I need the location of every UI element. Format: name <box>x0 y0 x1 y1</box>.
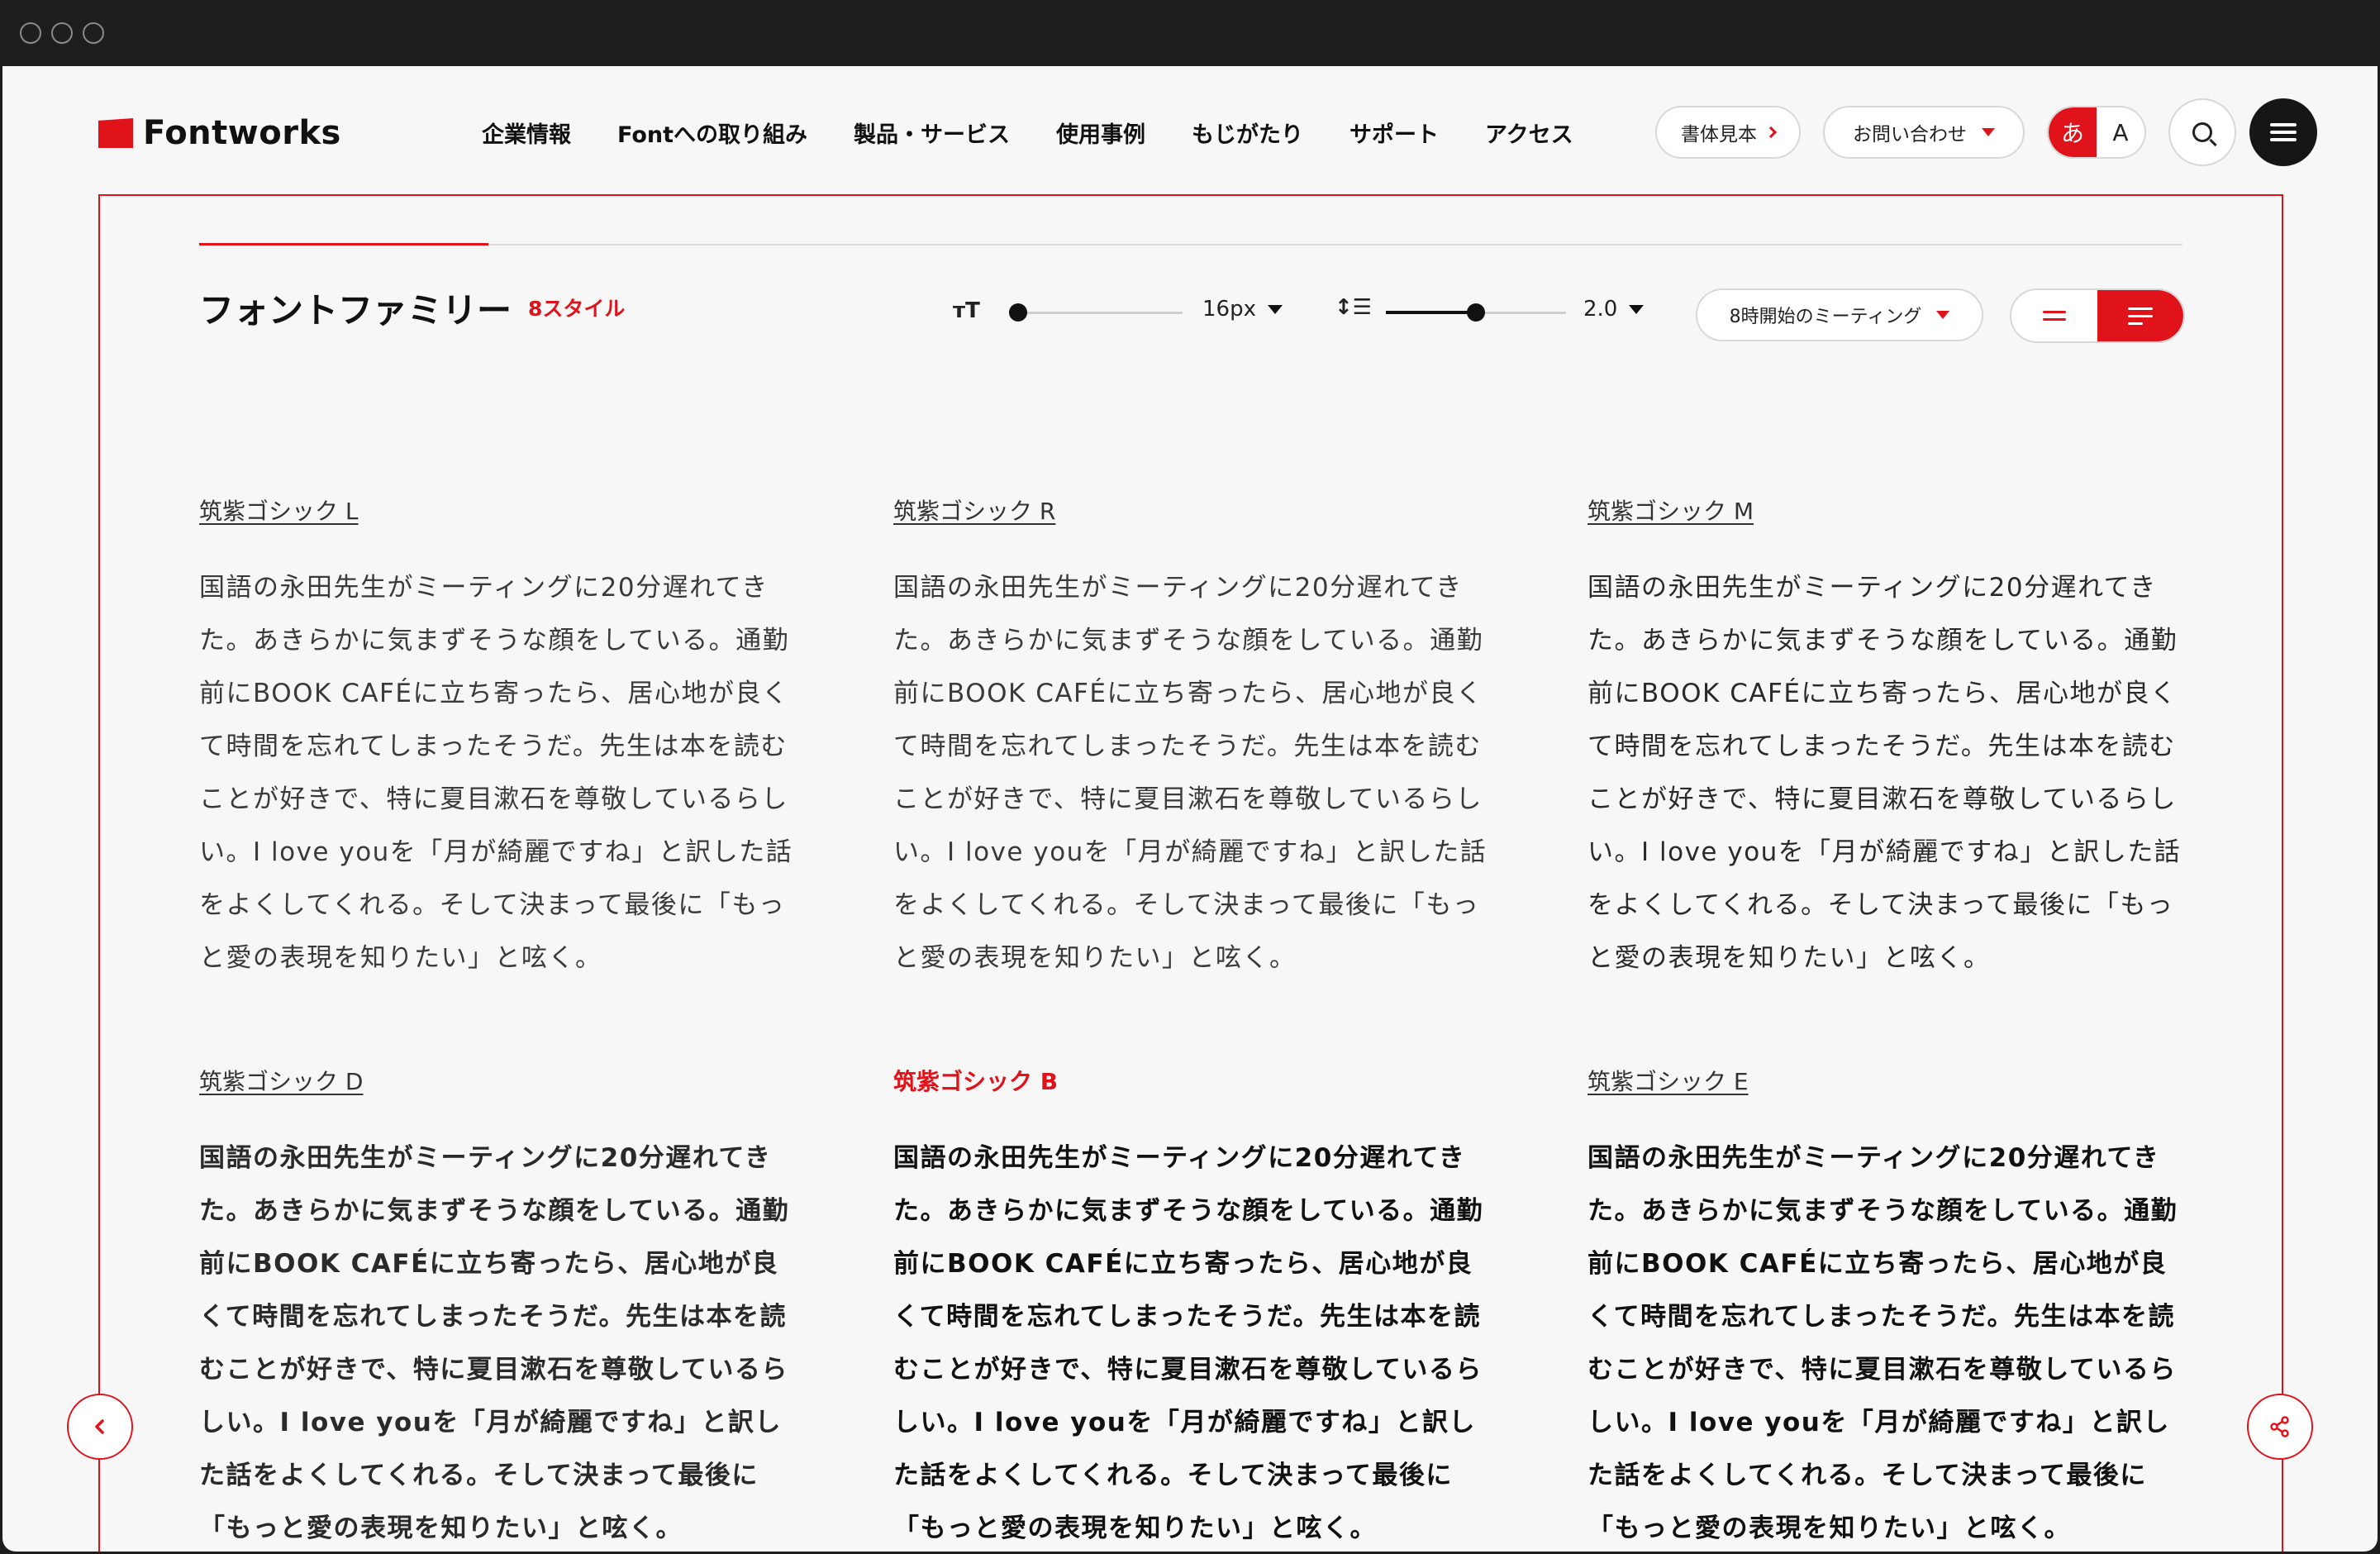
font-sample-text: 国語の永田先生がミーティングに20分遅れてきた。あきらかに気まずそうな顔をしてい… <box>893 573 1488 973</box>
caret-down-icon <box>1936 311 1950 319</box>
menu-button[interactable] <box>2249 98 2317 166</box>
chevron-left-icon <box>95 1419 104 1434</box>
font-sample-text: 国語の永田先生がミーティングに20分遅れてきた。あきらかに気まずそうな顔をしてい… <box>1587 1143 2178 1543</box>
hamburger-menu-icon <box>2270 123 2297 141</box>
font-sample-name-active[interactable]: 筑紫ゴシック B <box>893 1068 1058 1095</box>
font-family-panel: フォントファミリー 8スタイル ᴛT 16px ↕☰ 2.0 8時開始のミーティ… <box>98 194 2283 1552</box>
line-height-value: 2.0 <box>1583 297 1618 322</box>
nav-item-mojigatari[interactable]: もじがたり <box>1192 117 1303 149</box>
font-sample-card: 筑紫ゴシック E 国語の永田先生がミーティングに20分遅れてきた。あきらかに気ま… <box>1587 1064 2199 1552</box>
nav-item-company[interactable]: 企業情報 <box>482 117 571 149</box>
font-sample-card: 筑紫ゴシック B 国語の永田先生がミーティングに20分遅れてきた。あきらかに気ま… <box>893 1064 1505 1552</box>
search-icon <box>2192 122 2212 142</box>
align-center-icon <box>2043 311 2066 321</box>
font-size-dropdown[interactable]: 16px <box>1202 297 1283 322</box>
font-sample-name[interactable]: 筑紫ゴシック R <box>893 498 1055 525</box>
language-toggle: あ A <box>2047 106 2146 159</box>
font-sample-text: 国語の永田先生がミーティングに20分遅れてきた。あきらかに気まずそうな顔をしてい… <box>199 1143 790 1543</box>
font-sample-text: 国語の永田先生がミーティングに20分遅れてきた。あきらかに気まずそうな顔をしてい… <box>893 1143 1484 1543</box>
nav-item-support[interactable]: サポート <box>1349 117 1439 149</box>
typeface-sample-label: 書体見本 <box>1681 124 1757 145</box>
window-minimize-button[interactable] <box>51 22 73 44</box>
web-page: Fontworks 企業情報 Fontへの取り組み 製品・サービス 使用事例 も… <box>2 66 2378 1552</box>
align-left-button[interactable] <box>2097 290 2183 341</box>
font-sample-name[interactable]: 筑紫ゴシック D <box>199 1068 363 1095</box>
line-height-dropdown[interactable]: 2.0 <box>1583 297 1645 322</box>
sample-text-select[interactable]: 8時開始のミーティング <box>1696 288 1983 341</box>
typeface-sample-button[interactable]: 書体見本 <box>1655 106 1801 159</box>
brand-logo[interactable]: Fontworks <box>98 112 341 154</box>
font-sample-card: 筑紫ゴシック L 国語の永田先生がミーティングに20分遅れてきた。あきらかに気ま… <box>199 493 811 984</box>
back-button[interactable] <box>67 1394 133 1460</box>
active-tab-indicator <box>199 243 488 245</box>
font-size-value: 16px <box>1202 297 1256 322</box>
align-left-icon <box>2128 307 2153 325</box>
browser-window: Fontworks 企業情報 Fontへの取り組み 製品・サービス 使用事例 も… <box>0 0 2380 1554</box>
tab-divider <box>199 244 2182 245</box>
nav-item-cases[interactable]: 使用事例 <box>1056 117 1145 149</box>
logo-mark-icon <box>98 118 133 148</box>
search-button[interactable] <box>2168 98 2236 166</box>
font-size-slider-knob[interactable] <box>1008 303 1027 322</box>
caret-down-icon <box>1629 304 1645 314</box>
lang-ja-button[interactable]: あ <box>2049 107 2097 157</box>
share-button[interactable] <box>2247 1394 2313 1460</box>
brand-name: Fontworks <box>143 114 341 152</box>
font-sample-name[interactable]: 筑紫ゴシック L <box>199 498 359 525</box>
font-size-slider[interactable] <box>1009 312 1183 314</box>
window-close-button[interactable] <box>20 22 41 44</box>
contact-label: お問い合わせ <box>1853 124 1967 145</box>
main-nav: 企業情報 Fontへの取り組み 製品・サービス 使用事例 もじがたり サポート … <box>482 116 1620 149</box>
caret-down-icon <box>1982 128 1995 136</box>
font-sample-name[interactable]: 筑紫ゴシック E <box>1587 1068 1749 1095</box>
share-icon <box>2270 1416 2289 1437</box>
lang-en-button[interactable]: A <box>2097 107 2144 157</box>
contact-dropdown[interactable]: お問い合わせ <box>1823 106 2025 159</box>
window-zoom-button[interactable] <box>83 22 104 44</box>
align-center-button[interactable] <box>2011 290 2097 341</box>
line-height-slider-fill <box>1386 311 1476 314</box>
caret-down-icon <box>1267 304 1283 314</box>
line-height-icon: ↕☰ <box>1335 295 1373 320</box>
font-sample-text: 国語の永田先生がミーティングに20分遅れてきた。あきらかに気まずそうな顔をしてい… <box>1587 573 2182 973</box>
chevron-right-icon <box>1764 126 1778 139</box>
font-sample-card: 筑紫ゴシック M 国語の永田先生がミーティングに20分遅れてきた。あきらかに気ま… <box>1587 493 2199 984</box>
style-count: 8スタイル <box>528 297 626 321</box>
text-align-toggle <box>2010 288 2185 343</box>
sample-text-value: 8時開始のミーティング <box>1729 307 1922 327</box>
font-sample-name[interactable]: 筑紫ゴシック M <box>1587 498 1754 525</box>
title-bar <box>0 0 2380 66</box>
nav-item-font-initiatives[interactable]: Fontへの取り組み <box>617 117 807 149</box>
line-height-slider-knob[interactable] <box>1467 303 1485 322</box>
font-size-icon: ᴛT <box>953 298 980 323</box>
font-sample-text: 国語の永田先生がミーティングに20分遅れてきた。あきらかに気まずそうな顔をしてい… <box>199 573 793 973</box>
font-sample-card: 筑紫ゴシック R 国語の永田先生がミーティングに20分遅れてきた。あきらかに気ま… <box>893 493 1505 984</box>
section-title: フォントファミリー <box>199 290 512 331</box>
nav-item-products[interactable]: 製品・サービス <box>854 117 1010 149</box>
font-sample-card: 筑紫ゴシック D 国語の永田先生がミーティングに20分遅れてきた。あきらかに気ま… <box>199 1064 811 1552</box>
nav-item-access[interactable]: アクセス <box>1485 117 1573 149</box>
